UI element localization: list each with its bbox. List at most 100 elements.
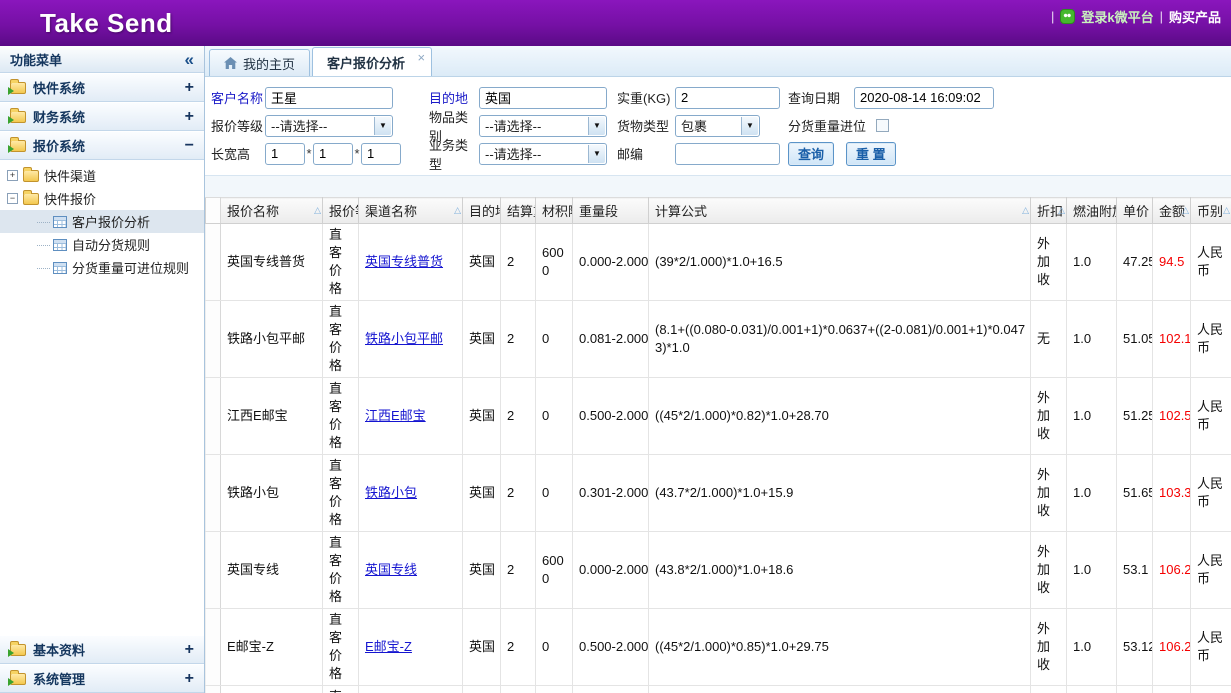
query-date-input[interactable] [854, 87, 994, 109]
expand-icon[interactable]: + [185, 108, 194, 126]
actual-weight-input[interactable] [675, 87, 780, 109]
sidebar-section-0[interactable]: 快件系统+ [0, 73, 204, 102]
sidebar-bottom-section-1[interactable]: 系统管理 + [0, 664, 204, 693]
buy-product-link[interactable]: 购买产品 [1169, 7, 1221, 26]
table-row[interactable]: E邮宝-Z直客价格E邮宝-Z英国200.500-2.000((45*2/1.00… [206, 609, 1231, 686]
tab-0[interactable]: 我的主页 [209, 49, 310, 76]
table-row[interactable]: 英国专线直客价格英国专线英国260000.000-2.000(43.8*2/1.… [206, 532, 1231, 609]
sort-icon[interactable]: △ [1182, 205, 1189, 216]
weight-range: 0.500-2.000 [573, 609, 649, 686]
search-button[interactable]: 查询 [788, 142, 834, 166]
channel-name[interactable]: 英国专线普货 [359, 224, 463, 301]
channel-name[interactable]: 铁路小包 [359, 455, 463, 532]
expand-icon[interactable]: + [7, 170, 18, 181]
wechat-icon [1060, 9, 1075, 24]
height-input[interactable] [361, 143, 401, 165]
expand-icon[interactable]: + [185, 641, 194, 659]
tree-folder[interactable]: −快件报价 [0, 187, 204, 210]
customer-name-input[interactable] [265, 87, 393, 109]
discount-mode: 外加收 [1031, 609, 1067, 686]
sort-icon[interactable]: △ [1022, 205, 1029, 216]
currency: 人民币 [1191, 224, 1231, 301]
table-row[interactable]: 荷兰平邮小包-E直客价格荷兰平邮小包-E英国200.000-2.000(48.0… [206, 686, 1231, 693]
volume-divisor: 6000 [536, 224, 573, 301]
column-header-5[interactable]: 结算重量 [501, 198, 536, 224]
query-date-label: 查询日期 [788, 88, 854, 107]
width-input[interactable] [313, 143, 353, 165]
amount: 106.25 [1153, 609, 1191, 686]
row-selector-cell [206, 378, 221, 455]
tree-folder[interactable]: +快件渠道 [0, 164, 204, 187]
tree-leaf[interactable]: 分货重量可进位规则 [0, 256, 204, 279]
sort-icon[interactable]: △ [1223, 205, 1230, 216]
sort-icon[interactable]: △ [314, 205, 321, 216]
table-row[interactable]: 铁路小包直客价格铁路小包英国200.301-2.000(43.7*2/1.000… [206, 455, 1231, 532]
column-header-2[interactable]: 报价等级 [323, 198, 359, 224]
currency: 人民币 [1191, 686, 1231, 693]
table-row[interactable]: 铁路小包平邮直客价格铁路小包平邮英国200.081-2.000(8.1+((0.… [206, 301, 1231, 378]
column-label: 单价 [1123, 204, 1149, 219]
channel-name[interactable]: E邮宝-Z [359, 609, 463, 686]
column-header-12[interactable]: 金额△ [1153, 198, 1191, 224]
channel-name[interactable]: 江西E邮宝 [359, 378, 463, 455]
collapse-icon[interactable]: − [7, 193, 18, 204]
destination: 英国 [463, 455, 501, 532]
length-input[interactable] [265, 143, 305, 165]
cargo-type-select[interactable]: 包裹▼ [675, 115, 760, 137]
close-icon[interactable]: × [417, 50, 425, 65]
zipcode-input[interactable] [675, 143, 780, 165]
dimensions-label: 长宽高 [211, 144, 265, 163]
section-label: 财务系统 [33, 107, 85, 126]
tree-leaf[interactable]: 自动分货规则 [0, 233, 204, 256]
channel-name[interactable]: 铁路小包平邮 [359, 301, 463, 378]
column-header-3[interactable]: 渠道名称△ [359, 198, 463, 224]
channel-name[interactable]: 荷兰平邮小包-E [359, 686, 463, 693]
dropdown-arrow-icon: ▼ [374, 117, 391, 135]
currency: 人民币 [1191, 609, 1231, 686]
tab-1[interactable]: 客户报价分析× [312, 47, 432, 76]
column-header-4[interactable]: 目的地 [463, 198, 501, 224]
column-header-11[interactable]: 单价 [1117, 198, 1153, 224]
customer-name-label[interactable]: 客户名称 [211, 88, 265, 107]
section-label: 系统管理 [33, 669, 85, 688]
column-header-6[interactable]: 材积除 [536, 198, 573, 224]
column-header-7[interactable]: 重量段 [573, 198, 649, 224]
collapse-sidebar-icon[interactable]: « [185, 51, 194, 68]
sidebar-bottom-section-0[interactable]: 基本资料+ [0, 635, 204, 664]
price-grade: 直客价格 [323, 455, 359, 532]
login-wechat-link[interactable]: 登录k微平台 [1081, 7, 1153, 26]
table-row[interactable]: 江西E邮宝直客价格江西E邮宝英国200.500-2.000((45*2/1.00… [206, 378, 1231, 455]
carry-weight-checkbox[interactable] [876, 119, 889, 132]
sidebar: 功能菜单 « 快件系统+ 财务系统 + 报价系统− +快件渠道−快件报价客户报价分析自… [0, 46, 205, 693]
column-header-10[interactable]: 燃油附加 [1067, 198, 1117, 224]
sidebar-section-1[interactable]: 财务系统 + [0, 102, 204, 131]
folder-icon [10, 140, 26, 152]
business-type-select[interactable]: --请选择--▼ [479, 143, 607, 165]
column-label: 计算公式 [655, 204, 707, 219]
channel-name[interactable]: 英国专线 [359, 532, 463, 609]
formula: (39*2/1.000)*1.0+16.5 [649, 224, 1031, 301]
item-category-select[interactable]: --请选择--▼ [479, 115, 607, 137]
volume-divisor: 0 [536, 378, 573, 455]
sidebar-header: 功能菜单 « [0, 46, 204, 73]
column-header-1[interactable]: 报价名称△ [221, 198, 323, 224]
quote-grade-select[interactable]: --请选择--▼ [265, 115, 393, 137]
fuel-surcharge: 1.0 [1067, 378, 1117, 455]
expand-icon[interactable]: + [185, 670, 194, 688]
reset-button[interactable]: 重 置 [846, 142, 896, 166]
destination-label[interactable]: 目的地 [429, 88, 479, 107]
tree-leaf[interactable]: 客户报价分析 [0, 210, 204, 233]
column-header-9[interactable]: 折扣△ [1031, 198, 1067, 224]
sidebar-section-2[interactable]: 报价系统− [0, 131, 204, 160]
column-header-13[interactable]: 币别△ [1191, 198, 1231, 224]
unit-price: 53.2 [1117, 686, 1153, 693]
sort-icon[interactable]: △ [1058, 205, 1065, 216]
column-header-8[interactable]: 计算公式 △ [649, 198, 1031, 224]
expand-icon[interactable]: + [185, 79, 194, 97]
sort-icon[interactable]: △ [454, 205, 461, 216]
table-row[interactable]: 英国专线普货直客价格英国专线普货英国260000.000-2.000(39*2/… [206, 224, 1231, 301]
folder-icon [10, 82, 26, 94]
destination-input[interactable] [479, 87, 607, 109]
collapse-icon[interactable]: − [185, 137, 194, 155]
fuel-surcharge: 1.0 [1067, 455, 1117, 532]
